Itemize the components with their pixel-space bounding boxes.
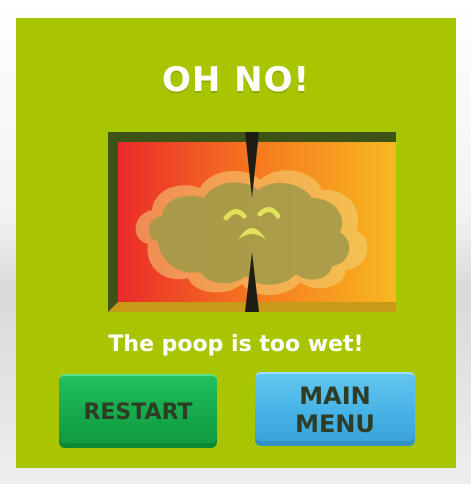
restart-button[interactable]: RESTART (59, 374, 217, 448)
wetness-meter (108, 132, 396, 312)
main-menu-label-line1: MAIN (299, 382, 371, 410)
failure-message: The poop is too wet! (108, 332, 364, 357)
restart-button-label: RESTART (83, 399, 193, 425)
dialog-title: OH NO! (161, 60, 311, 100)
main-menu-label-line2: MENU (295, 410, 375, 438)
main-menu-button[interactable]: MAIN MENU (255, 372, 415, 446)
